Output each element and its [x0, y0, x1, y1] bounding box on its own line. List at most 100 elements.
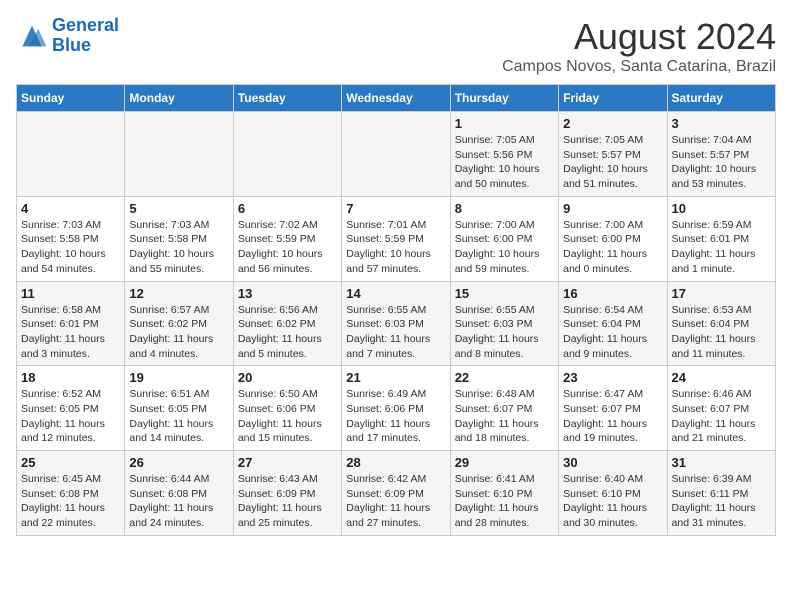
day-info: Sunrise: 6:58 AMSunset: 6:01 PMDaylight:… — [21, 303, 120, 362]
logo: General Blue — [16, 16, 119, 56]
calendar-cell: 1Sunrise: 7:05 AMSunset: 5:56 PMDaylight… — [450, 112, 558, 197]
calendar-cell: 31 Sunrise: 6:39 AMSunset: 6:11 PMDayligh… — [667, 451, 775, 536]
day-number: 2 — [563, 116, 662, 131]
day-info: Sunrise: 6:45 AMSunset: 6:08 PMDaylight:… — [21, 472, 120, 531]
day-info: Sunrise: 6:47 AMSunset: 6:07 PMDaylight:… — [563, 387, 662, 446]
calendar-week-row: 4 Sunrise: 7:03 AMSunset: 5:58 PMDaylight… — [17, 196, 776, 281]
weekday-header-cell: Tuesday — [233, 85, 341, 112]
day-info: Sunrise: 6:43 AMSunset: 6:09 PMDaylight:… — [238, 472, 337, 531]
day-number: 12 — [129, 286, 228, 301]
day-info: Sunrise: 6:53 AMSunset: 6:04 PMDaylight:… — [672, 303, 771, 362]
weekday-header-cell: Saturday — [667, 85, 775, 112]
title-block: August 2024 Campos Novos, Santa Catarina… — [502, 16, 776, 76]
day-info: Sunrise: 7:05 AMSunset: 5:57 PMDaylight:… — [563, 133, 662, 192]
day-number: 30 — [563, 455, 662, 470]
calendar-body: 1Sunrise: 7:05 AMSunset: 5:56 PMDaylight… — [17, 112, 776, 536]
day-info: Sunrise: 6:42 AMSunset: 6:09 PMDaylight:… — [346, 472, 445, 531]
calendar-cell: 3Sunrise: 7:04 AMSunset: 5:57 PMDaylight… — [667, 112, 775, 197]
calendar-cell: 10Sunrise: 6:59 AMSunset: 6:01 PMDayligh… — [667, 196, 775, 281]
day-info: Sunrise: 6:40 AMSunset: 6:10 PMDaylight:… — [563, 472, 662, 531]
day-info: Sunrise: 6:51 AMSunset: 6:05 PMDaylight:… — [129, 387, 228, 446]
day-number: 23 — [563, 370, 662, 385]
calendar-cell: 14Sunrise: 6:55 AMSunset: 6:03 PMDayligh… — [342, 281, 450, 366]
calendar-cell: 7 Sunrise: 7:01 AMSunset: 5:59 PMDaylight… — [342, 196, 450, 281]
day-number: 22 — [455, 370, 554, 385]
day-info: Sunrise: 6:52 AMSunset: 6:05 PMDaylight:… — [21, 387, 120, 446]
day-info: Sunrise: 7:01 AMSunset: 5:59 PMDaylight:… — [346, 218, 445, 277]
calendar-cell: 20 Sunrise: 6:50 AMSunset: 6:06 PMDayligh… — [233, 366, 341, 451]
weekday-header-cell: Thursday — [450, 85, 558, 112]
day-info: Sunrise: 6:41 AMSunset: 6:10 PMDaylight:… — [455, 472, 554, 531]
day-info: Sunrise: 6:48 AMSunset: 6:07 PMDaylight:… — [455, 387, 554, 446]
calendar-week-row: 18 Sunrise: 6:52 AMSunset: 6:05 PMDayligh… — [17, 366, 776, 451]
calendar-cell: 24 Sunrise: 6:46 AMSunset: 6:07 PMDayligh… — [667, 366, 775, 451]
day-number: 20 — [238, 370, 337, 385]
day-info: Sunrise: 6:55 AMSunset: 6:03 PMDaylight:… — [455, 303, 554, 362]
weekday-header-cell: Wednesday — [342, 85, 450, 112]
calendar-cell: 27Sunrise: 6:43 AMSunset: 6:09 PMDayligh… — [233, 451, 341, 536]
weekday-header-cell: Monday — [125, 85, 233, 112]
calendar-cell: 29Sunrise: 6:41 AMSunset: 6:10 PMDayligh… — [450, 451, 558, 536]
weekday-header-cell: Sunday — [17, 85, 125, 112]
day-number: 21 — [346, 370, 445, 385]
location: Campos Novos, Santa Catarina, Brazil — [502, 58, 776, 76]
day-info: Sunrise: 6:55 AMSunset: 6:03 PMDaylight:… — [346, 303, 445, 362]
day-number: 13 — [238, 286, 337, 301]
calendar-cell: 9 Sunrise: 7:00 AMSunset: 6:00 PMDaylight… — [559, 196, 667, 281]
calendar-cell: 26 Sunrise: 6:44 AMSunset: 6:08 PMDayligh… — [125, 451, 233, 536]
calendar-week-row: 11Sunrise: 6:58 AMSunset: 6:01 PMDayligh… — [17, 281, 776, 366]
day-info: Sunrise: 7:00 AMSunset: 6:00 PMDaylight:… — [563, 218, 662, 277]
day-number: 5 — [129, 201, 228, 216]
day-info: Sunrise: 7:04 AMSunset: 5:57 PMDaylight:… — [672, 133, 771, 192]
day-number: 19 — [129, 370, 228, 385]
day-number: 17 — [672, 286, 771, 301]
calendar-cell: 8 Sunrise: 7:00 AMSunset: 6:00 PMDaylight… — [450, 196, 558, 281]
day-number: 9 — [563, 201, 662, 216]
day-info: Sunrise: 7:00 AMSunset: 6:00 PMDaylight:… — [455, 218, 554, 277]
day-info: Sunrise: 6:56 AMSunset: 6:02 PMDaylight:… — [238, 303, 337, 362]
day-number: 26 — [129, 455, 228, 470]
day-info: Sunrise: 6:50 AMSunset: 6:06 PMDaylight:… — [238, 387, 337, 446]
day-info: Sunrise: 6:59 AMSunset: 6:01 PMDaylight:… — [672, 218, 771, 277]
day-info: Sunrise: 7:03 AMSunset: 5:58 PMDaylight:… — [129, 218, 228, 277]
day-number: 28 — [346, 455, 445, 470]
calendar-cell: 25 Sunrise: 6:45 AMSunset: 6:08 PMDayligh… — [17, 451, 125, 536]
calendar-cell: 30 Sunrise: 6:40 AMSunset: 6:10 PMDayligh… — [559, 451, 667, 536]
calendar-cell: 4Sunrise: 7:03 AMSunset: 5:58 PMDaylight… — [17, 196, 125, 281]
calendar-cell — [342, 112, 450, 197]
day-info: Sunrise: 6:39 AMSunset: 6:11 PMDaylight:… — [672, 472, 771, 531]
calendar-cell: 21 Sunrise: 6:49 AMSunset: 6:06 PMDayligh… — [342, 366, 450, 451]
day-number: 25 — [21, 455, 120, 470]
day-info: Sunrise: 6:44 AMSunset: 6:08 PMDaylight:… — [129, 472, 228, 531]
day-info: Sunrise: 6:54 AMSunset: 6:04 PMDaylight:… — [563, 303, 662, 362]
weekday-header-row: SundayMondayTuesdayWednesdayThursdayFrid… — [17, 85, 776, 112]
calendar-cell: 18 Sunrise: 6:52 AMSunset: 6:05 PMDayligh… — [17, 366, 125, 451]
day-info: Sunrise: 7:05 AMSunset: 5:56 PMDaylight:… — [455, 133, 554, 192]
logo-text: General Blue — [52, 16, 119, 56]
day-number: 4 — [21, 201, 120, 216]
day-info: Sunrise: 7:02 AMSunset: 5:59 PMDaylight:… — [238, 218, 337, 277]
page-header: General Blue August 2024 Campos Novos, S… — [16, 16, 776, 76]
calendar-cell — [233, 112, 341, 197]
calendar-cell: 19 Sunrise: 6:51 AMSunset: 6:05 PMDayligh… — [125, 366, 233, 451]
calendar-cell: 22 Sunrise: 6:48 AMSunset: 6:07 PMDayligh… — [450, 366, 558, 451]
calendar-cell: 2 Sunrise: 7:05 AMSunset: 5:57 PMDaylight… — [559, 112, 667, 197]
calendar-cell: 15Sunrise: 6:55 AMSunset: 6:03 PMDayligh… — [450, 281, 558, 366]
day-number: 8 — [455, 201, 554, 216]
day-info: Sunrise: 6:46 AMSunset: 6:07 PMDaylight:… — [672, 387, 771, 446]
day-number: 18 — [21, 370, 120, 385]
calendar-cell: 16Sunrise: 6:54 AMSunset: 6:04 PMDayligh… — [559, 281, 667, 366]
day-number: 31 — [672, 455, 771, 470]
calendar-cell: 28 Sunrise: 6:42 AMSunset: 6:09 PMDayligh… — [342, 451, 450, 536]
calendar-cell: 6 Sunrise: 7:02 AMSunset: 5:59 PMDaylight… — [233, 196, 341, 281]
day-info: Sunrise: 6:57 AMSunset: 6:02 PMDaylight:… — [129, 303, 228, 362]
day-number: 7 — [346, 201, 445, 216]
weekday-header-cell: Friday — [559, 85, 667, 112]
month-title: August 2024 — [502, 16, 776, 58]
calendar-week-row: 25 Sunrise: 6:45 AMSunset: 6:08 PMDayligh… — [17, 451, 776, 536]
day-number: 24 — [672, 370, 771, 385]
calendar-cell: 5 Sunrise: 7:03 AMSunset: 5:58 PMDaylight… — [125, 196, 233, 281]
day-info: Sunrise: 6:49 AMSunset: 6:06 PMDaylight:… — [346, 387, 445, 446]
day-number: 6 — [238, 201, 337, 216]
calendar-cell: 13 Sunrise: 6:56 AMSunset: 6:02 PMDayligh… — [233, 281, 341, 366]
